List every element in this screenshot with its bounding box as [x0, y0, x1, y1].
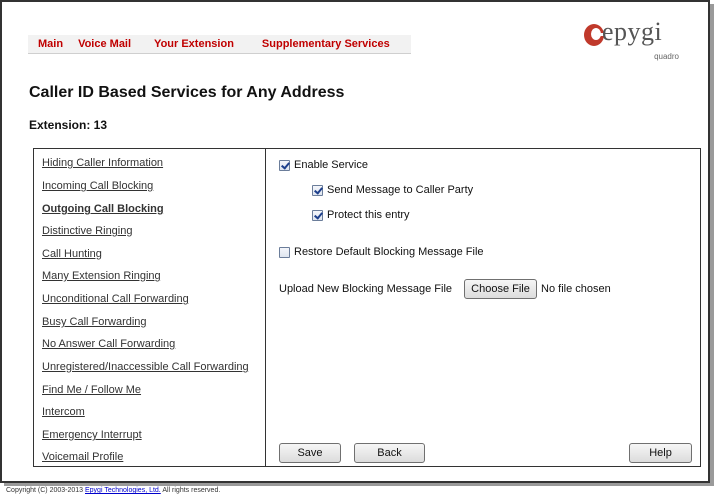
restore-default-checkbox[interactable]: [279, 246, 290, 258]
menu-many-extension-ringing[interactable]: Many Extension Ringing: [42, 270, 161, 282]
menu-emergency-interrupt[interactable]: Emergency Interrupt: [42, 429, 142, 441]
save-button[interactable]: Save: [279, 443, 341, 463]
upload-label: Upload New Blocking Message File: [279, 283, 453, 295]
help-button[interactable]: Help: [629, 443, 692, 463]
enable-service-option[interactable]: Enable Service: [279, 159, 368, 171]
menu-hiding-caller-information[interactable]: Hiding Caller Information: [42, 157, 163, 169]
upload-row: Upload New Blocking Message File Choose …: [279, 279, 611, 299]
protect-entry-label: Protect this entry: [327, 209, 410, 221]
menu-outgoing-call-blocking[interactable]: Outgoing Call Blocking: [42, 203, 164, 215]
nav-supplementary-services[interactable]: Supplementary Services: [262, 38, 390, 50]
copyright-suffix: All rights reserved.: [160, 487, 221, 494]
send-message-checkbox[interactable]: [312, 184, 323, 196]
extension-label: Extension: 13: [29, 118, 108, 132]
copyright-footer: Copyright (C) 2003-2013 Epygi Technologi…: [6, 487, 220, 494]
back-button[interactable]: Back: [354, 443, 425, 463]
menu-no-answer-call-forwarding[interactable]: No Answer Call Forwarding: [42, 338, 175, 350]
logo-text: epygi: [602, 17, 663, 46]
page-title: Caller ID Based Services for Any Address: [29, 84, 345, 101]
menu-voicemail-profile[interactable]: Voicemail Profile: [42, 451, 123, 463]
send-message-label: Send Message to Caller Party: [327, 184, 474, 196]
content-panel: Hiding Caller Information Incoming Call …: [33, 148, 701, 467]
restore-default-label: Restore Default Blocking Message File: [294, 246, 484, 258]
top-nav: Main Voice Mail Your Extension Supplemen…: [28, 35, 411, 54]
menu-incoming-call-blocking[interactable]: Incoming Call Blocking: [42, 180, 153, 192]
send-message-option[interactable]: Send Message to Caller Party: [312, 184, 473, 196]
logo-subtitle: quadro: [654, 52, 679, 61]
frame-shadow-bottom: [4, 483, 712, 486]
file-status-text: No file chosen: [541, 283, 611, 295]
frame-shadow-right: [710, 4, 714, 486]
protect-entry-checkbox[interactable]: [312, 209, 323, 221]
restore-default-option[interactable]: Restore Default Blocking Message File: [279, 246, 484, 258]
nav-voice-mail[interactable]: Voice Mail: [78, 38, 131, 50]
menu-find-me-follow-me[interactable]: Find Me / Follow Me: [42, 384, 141, 396]
enable-service-checkbox[interactable]: [279, 159, 290, 171]
menu-unregistered-call-forwarding[interactable]: Unregistered/Inaccessible Call Forwardin…: [42, 361, 249, 373]
menu-busy-call-forwarding[interactable]: Busy Call Forwarding: [42, 316, 147, 328]
menu-call-hunting[interactable]: Call Hunting: [42, 248, 102, 260]
copyright-text: Copyright (C) 2003-2013: [6, 487, 85, 494]
copyright-link[interactable]: Epygi Technologies, Ltd.: [85, 487, 161, 494]
menu-intercom[interactable]: Intercom: [42, 406, 85, 418]
panel-divider: [265, 149, 266, 466]
menu-distinctive-ringing[interactable]: Distinctive Ringing: [42, 225, 132, 237]
enable-service-label: Enable Service: [294, 159, 368, 171]
nav-main[interactable]: Main: [38, 38, 63, 50]
protect-entry-option[interactable]: Protect this entry: [312, 209, 410, 221]
epygi-logo: epygi quadro: [583, 17, 687, 64]
nav-your-extension[interactable]: Your Extension: [154, 38, 234, 50]
choose-file-button[interactable]: Choose File: [464, 279, 538, 299]
menu-unconditional-call-forwarding[interactable]: Unconditional Call Forwarding: [42, 293, 189, 305]
